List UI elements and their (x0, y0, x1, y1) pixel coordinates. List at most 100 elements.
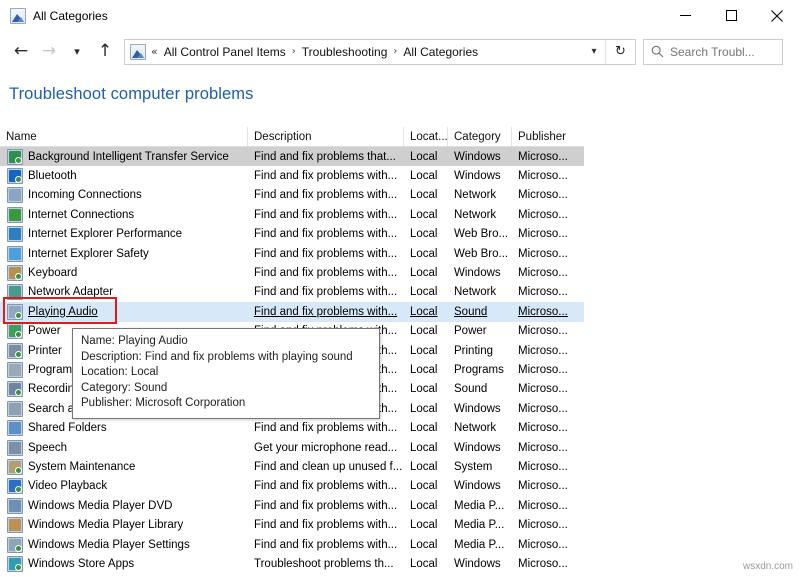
cell-name-text: Internet Explorer Safety (28, 248, 149, 260)
chevron-down-icon: ▾ (74, 46, 80, 57)
breadcrumb-item-troubleshooting[interactable]: Troubleshooting (302, 45, 388, 59)
cell-publisher-text: Microso... (518, 286, 568, 298)
window-controls (662, 0, 800, 31)
cell-name: Windows Store Apps (0, 554, 248, 573)
table-row[interactable]: Background Intelligent Transfer ServiceF… (0, 147, 584, 166)
cell-publisher: Microso... (512, 166, 584, 185)
refresh-button[interactable]: ↻ (605, 40, 635, 64)
table-row[interactable]: Windows Media Player DVDFind and fix pro… (0, 496, 584, 515)
cell-description-text: Find and fix problems with... (254, 267, 397, 279)
cell-publisher-text: Microso... (518, 364, 568, 376)
cell-location: Local (404, 515, 448, 534)
cell-publisher: Microso... (512, 322, 584, 341)
cell-name-text: Windows Media Player Settings (28, 539, 190, 551)
breadcrumb-separator-icon[interactable]: › (393, 46, 397, 57)
cell-publisher-text: Microso... (518, 228, 568, 240)
cell-name-text: Internet Connections (28, 209, 134, 221)
table-row[interactable]: Internet Explorer PerformanceFind and fi… (0, 225, 584, 244)
cell-location: Local (404, 147, 448, 166)
cell-location-text: Local (410, 422, 438, 434)
column-header-location[interactable]: Locat... (404, 127, 448, 146)
table-row[interactable]: Windows Media Player LibraryFind and fix… (0, 515, 584, 534)
troubleshooter-icon-badge (15, 273, 22, 280)
minimize-button[interactable] (662, 0, 708, 31)
cell-publisher: Microso... (512, 399, 584, 418)
cell-publisher-text: Microso... (518, 539, 568, 551)
cell-name-text: Incoming Connections (28, 189, 142, 201)
back-button[interactable]: ← (7, 37, 35, 67)
cell-description: Find and fix problems with... (248, 302, 404, 321)
cell-description: Find and fix problems with... (248, 283, 404, 302)
cell-category-text: Web Bro... (454, 228, 508, 240)
cell-name: Playing Audio (0, 302, 248, 321)
cell-name: System Maintenance (0, 457, 248, 476)
troubleshooter-icon-glyph (9, 248, 21, 260)
table-row[interactable]: Internet Connections Find and fix problem… (0, 205, 584, 224)
table-row[interactable]: Network AdapterFind and fix problems wit… (0, 283, 584, 302)
troubleshooter-icon (7, 149, 23, 165)
cell-description: Find and fix problems with... (248, 244, 404, 263)
breadcrumb-overflow[interactable]: « (151, 45, 158, 58)
cell-category-text: Media P... (454, 539, 504, 551)
maximize-button[interactable] (708, 0, 754, 31)
cell-publisher-text: Microso... (518, 267, 568, 279)
table-row[interactable]: SpeechGet your microphone read...LocalWi… (0, 438, 584, 457)
up-button[interactable]: ↑ (91, 37, 119, 67)
cell-name: Background Intelligent Transfer Service (0, 147, 248, 166)
tooltip-line: Category: Sound (81, 381, 371, 397)
table-row[interactable]: Incoming ConnectionsFind and fix problem… (0, 186, 584, 205)
breadcrumb-item-all-categories[interactable]: All Categories (403, 45, 478, 59)
table-row[interactable]: Video PlaybackFind and fix problems with… (0, 477, 584, 496)
troubleshooter-icon (7, 284, 23, 300)
cell-location: Local (404, 225, 448, 244)
cell-publisher-text: Microso... (518, 422, 568, 434)
troubleshooter-icon (7, 440, 23, 456)
search-input-placeholder[interactable]: Search Troubl... (670, 45, 755, 59)
troubleshooter-icon (7, 401, 23, 417)
search-box[interactable]: Search Troubl... (643, 39, 783, 65)
address-dropdown-button[interactable]: ▾ (583, 40, 605, 64)
cell-location: Local (404, 380, 448, 399)
table-row[interactable]: Windows Store AppsTroubleshoot problems … (0, 554, 584, 573)
address-bar[interactable]: « All Control Panel Items › Troubleshoot… (124, 39, 636, 65)
breadcrumb-separator-icon[interactable]: › (292, 46, 296, 57)
troubleshooter-icon-glyph (9, 209, 21, 221)
troubleshooter-icon (7, 265, 23, 281)
table-row[interactable]: Shared FoldersFind and fix problems with… (0, 418, 584, 437)
table-row[interactable]: System MaintenanceFind and clean up unus… (0, 457, 584, 476)
back-arrow-icon: ← (14, 43, 28, 60)
table-row[interactable]: BluetoothFind and fix problems with...Lo… (0, 166, 584, 185)
cell-publisher: Microso... (512, 263, 584, 282)
cell-category-text: Media P... (454, 519, 504, 531)
troubleshooter-icon (7, 207, 23, 223)
cell-name-text: Printer (28, 345, 62, 357)
column-header-category[interactable]: Category (448, 127, 512, 146)
column-header-publisher[interactable]: Publisher (512, 127, 584, 146)
cell-name-text: Shared Folders (28, 422, 107, 434)
cell-publisher-text: Microso... (518, 151, 568, 163)
table-row[interactable]: Internet Explorer Safety Find and fix pro… (0, 244, 584, 263)
cell-location: Local (404, 399, 448, 418)
table-row[interactable]: Playing AudioFind and fix problems with.… (0, 302, 584, 321)
tooltip-line: Publisher: Microsoft Corporation (81, 396, 371, 412)
cell-description: Find and fix problems with... (248, 205, 404, 224)
column-header-name[interactable]: Name (0, 127, 248, 146)
cell-name: Network Adapter (0, 283, 248, 302)
cell-location-text: Local (410, 267, 438, 279)
cell-publisher: Microso... (512, 283, 584, 302)
troubleshooter-icon (7, 420, 23, 436)
close-button[interactable] (754, 0, 800, 31)
breadcrumb-item-all-control-panel-items[interactable]: All Control Panel Items (164, 45, 286, 59)
table-row[interactable]: KeyboardFind and fix problems with...Loc… (0, 263, 584, 282)
column-header-description[interactable]: Description (248, 127, 404, 146)
table-row[interactable]: Windows Media Player SettingsFind and fi… (0, 535, 584, 554)
cell-category-text: Windows (454, 170, 501, 182)
cell-description-text: Find and fix problems with... (254, 228, 397, 240)
cell-publisher-text: Microso... (518, 383, 568, 395)
recent-locations-button[interactable]: ▾ (63, 37, 91, 67)
forward-button[interactable]: → (35, 37, 63, 67)
window-title: All Categories (33, 9, 108, 23)
troubleshooter-icon (7, 517, 23, 533)
cell-name-text: Background Intelligent Transfer Service (28, 151, 229, 163)
cell-description: Find and fix problems with... (248, 477, 404, 496)
